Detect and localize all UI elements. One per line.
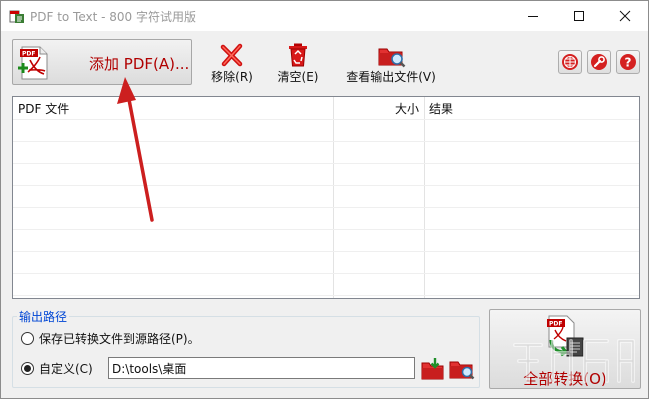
column-header-size[interactable]: 大小: [393, 100, 419, 117]
app-icon: [9, 8, 25, 24]
output-path-group-title: 输出路径: [17, 308, 70, 325]
minimize-button[interactable]: [510, 1, 556, 31]
folder-arrow-icon: [421, 358, 444, 380]
maximize-button[interactable]: [556, 1, 602, 31]
convert-all-button[interactable]: PDF 全部转换(O): [489, 309, 641, 389]
help-button[interactable]: ?: [616, 50, 640, 74]
svg-text:PDF: PDF: [549, 321, 562, 328]
convert-all-label: 全部转换(O): [523, 370, 607, 388]
maximize-icon: [574, 11, 584, 21]
remove-label: 移除(R): [211, 70, 253, 84]
output-path-input[interactable]: [108, 357, 415, 379]
recycle-bin-icon: [287, 43, 309, 70]
column-divider: [333, 97, 334, 298]
row-divider: [13, 229, 639, 230]
view-output-button[interactable]: 查看输出文件(V): [339, 41, 443, 85]
app-window: PDF to Text - 800 字符试用版 PDF 添加 PDF(A)...…: [0, 0, 649, 399]
custom-path-radio[interactable]: [21, 362, 34, 375]
column-divider: [424, 97, 425, 298]
pdf-convert-icon: PDF: [545, 314, 587, 363]
folder-search-icon: [449, 361, 475, 380]
wrench-icon: [591, 54, 607, 70]
row-divider: [13, 185, 639, 186]
question-icon: ?: [620, 54, 636, 70]
web-button[interactable]: [558, 50, 582, 74]
remove-button[interactable]: 移除(R): [205, 41, 259, 85]
pdf-add-icon: PDF: [16, 46, 56, 83]
browse-folder-button[interactable]: [421, 357, 445, 381]
row-divider: [13, 251, 639, 252]
row-divider: [13, 163, 639, 164]
save-to-source-label[interactable]: 保存已转换文件到源路径(P)。: [39, 330, 200, 347]
row-divider: [13, 273, 639, 274]
open-output-folder-button[interactable]: [449, 357, 475, 381]
add-pdf-button[interactable]: PDF 添加 PDF(A)...: [12, 39, 192, 85]
row-divider: [13, 141, 639, 142]
window-title: PDF to Text - 800 字符试用版: [30, 10, 197, 24]
save-to-source-radio[interactable]: [21, 332, 34, 345]
column-header-result[interactable]: 结果: [429, 100, 453, 117]
clear-label: 清空(E): [277, 70, 319, 84]
clear-button[interactable]: 清空(E): [271, 41, 325, 85]
column-header-pdf-file[interactable]: PDF 文件: [18, 100, 69, 117]
red-x-icon: [220, 43, 244, 70]
title-bar: PDF to Text - 800 字符试用版: [1, 1, 648, 31]
row-divider: [13, 119, 639, 120]
row-divider: [13, 295, 639, 296]
close-button[interactable]: [602, 1, 648, 31]
close-icon: [619, 10, 631, 22]
svg-text:?: ?: [625, 56, 632, 70]
add-pdf-label: 添加 PDF(A)...: [89, 55, 190, 73]
custom-path-label[interactable]: 自定义(C): [39, 360, 93, 377]
minimize-icon: [528, 16, 538, 17]
globe-icon: [562, 54, 578, 70]
file-list-header: PDF 文件 大小 结果: [13, 97, 639, 119]
row-divider: [13, 207, 639, 208]
settings-button[interactable]: [587, 50, 611, 74]
file-list[interactable]: PDF 文件 大小 结果: [12, 96, 640, 299]
view-output-label: 查看输出文件(V): [346, 70, 436, 84]
svg-text:PDF: PDF: [22, 51, 35, 58]
